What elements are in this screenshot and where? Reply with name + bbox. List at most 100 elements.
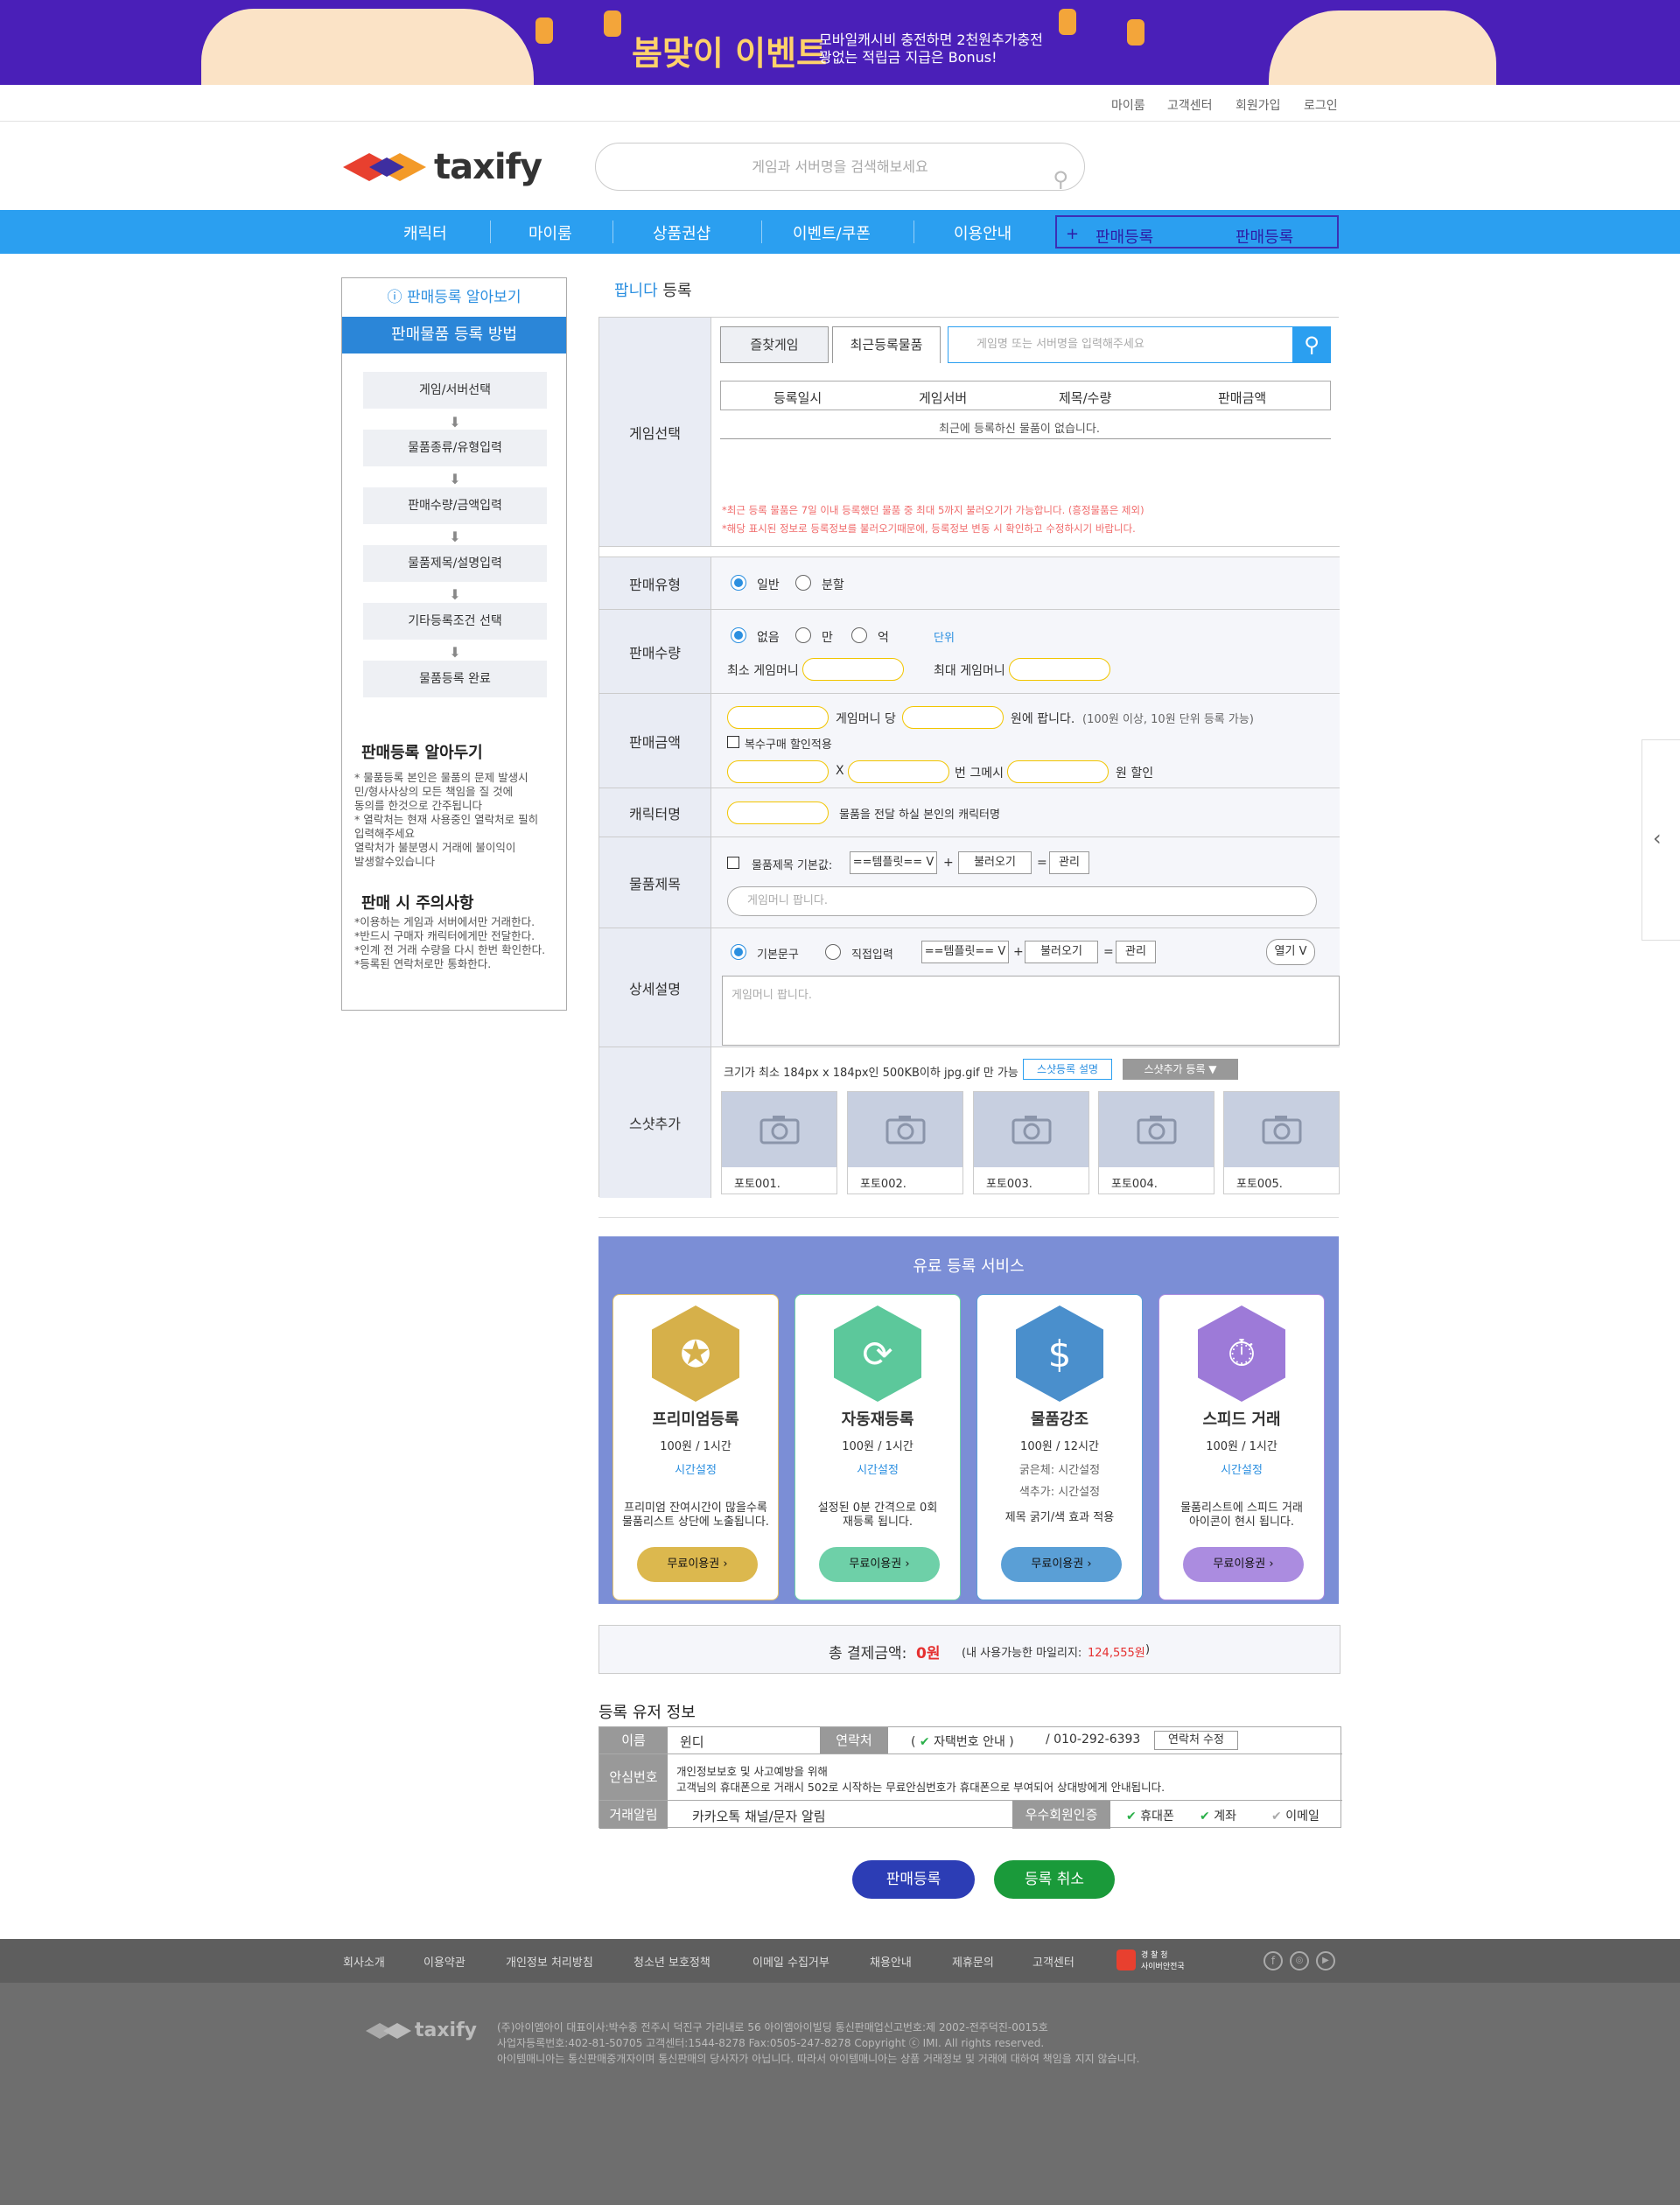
title-template-select[interactable]: ==템플릿== V <box>850 851 937 874</box>
photo-slot[interactable]: 포토002. <box>847 1091 963 1194</box>
facebook-icon[interactable]: f <box>1264 1951 1283 1970</box>
footer-link[interactable]: 채용안내 <box>870 1953 912 1970</box>
footer-link[interactable]: 청소년 보호정책 <box>634 1953 710 1970</box>
sidebar-guide: ⓘ 판매등록 알아보기 판매물품 등록 방법 게임/서버선택 ⬇ 물품종류/유형… <box>341 277 567 1011</box>
search-input[interactable]: 게임과 서버명을 검색해보세요 ⚲ <box>595 143 1085 192</box>
side-panel-toggle[interactable]: ‹ <box>1642 739 1680 941</box>
detail-template-select[interactable]: ==템플릿== V <box>921 941 1009 963</box>
nav-character[interactable]: 캐릭터 <box>403 221 447 244</box>
row-screenshot: 스샷추가 크기가 최소 184px x 184px인 500KB이하 jpg.g… <box>599 1047 1340 1198</box>
multi-qty-input[interactable] <box>727 760 829 783</box>
detail-textarea[interactable]: 게임머니 팝니다. <box>722 976 1340 1046</box>
screenshot-help-button[interactable]: 스샷등록 설명 <box>1023 1059 1112 1080</box>
stopwatch-icon: ⏱ <box>1198 1306 1285 1402</box>
radio-none[interactable] <box>731 627 746 643</box>
radio-split[interactable] <box>795 575 811 591</box>
site-logo[interactable]: taxify <box>343 147 542 187</box>
footer-link[interactable]: 고객센터 <box>1032 1953 1074 1970</box>
footer-link[interactable]: 제휴문의 <box>952 1953 994 1970</box>
nav-myroom[interactable]: 마이룸 <box>528 221 572 244</box>
time-setting-link[interactable]: 시간설정 <box>613 1460 778 1477</box>
title-manage-button[interactable]: 관리 <box>1049 851 1089 874</box>
tab-recent-items[interactable]: 최근등록물품 <box>832 326 941 363</box>
min-money-input[interactable] <box>802 658 904 681</box>
instagram-icon[interactable]: ◎ <box>1290 1951 1309 1970</box>
radio-direct-input[interactable] <box>825 944 841 960</box>
search-icon[interactable]: ⚲ <box>1292 326 1331 363</box>
screenshot-add-button[interactable]: 스샷추가 등록 ▼ <box>1123 1059 1238 1080</box>
search-icon[interactable]: ⚲ <box>1053 157 1068 203</box>
edit-contact-button[interactable]: 연락처 수정 <box>1154 1731 1238 1750</box>
free-ticket-button[interactable]: 무료이용권 › <box>1001 1547 1122 1582</box>
tab-favorite-games[interactable]: 즐찾게임 <box>720 326 829 363</box>
nav-divider <box>490 220 491 243</box>
time-setting-link[interactable]: 굵은체: 시간설정 <box>977 1460 1142 1477</box>
topnav-myroom[interactable]: 마이룸 <box>1111 96 1145 114</box>
topnav-login[interactable]: 로그인 <box>1304 96 1338 114</box>
detail-open-button[interactable]: 열기 V <box>1266 939 1315 965</box>
photo-slot[interactable]: 포토003. <box>973 1091 1089 1194</box>
character-name-input[interactable] <box>727 802 829 824</box>
youtube-icon[interactable]: ▶ <box>1316 1951 1335 1970</box>
lantern-icon <box>1059 9 1076 35</box>
row-quantity: 판매수량 없음 만 억 단위 최소 게임머니 최대 게임머니 <box>599 610 1340 694</box>
title-default-checkbox[interactable] <box>727 857 739 869</box>
nav-sell-register-box[interactable]: + 판매등록 판매등록 <box>1055 215 1339 248</box>
footer-links: 회사소개 이용약관 개인정보 처리방침 청소년 보호정책 이메일 수집거부 채용… <box>0 1939 1680 1983</box>
money-amount-input[interactable] <box>727 706 829 729</box>
multi-discount-checkbox[interactable] <box>727 736 739 748</box>
topnav-signup[interactable]: 회원가입 <box>1236 96 1281 114</box>
title-input[interactable]: 게임머니 팝니다. <box>727 886 1317 916</box>
step-item: 물품등록 완료 <box>363 661 547 697</box>
footer-link[interactable]: 이용약관 <box>424 1953 466 1970</box>
mileage-value: 124,555원 <box>1088 1647 1145 1660</box>
detail-manage-button[interactable]: 관리 <box>1116 941 1156 963</box>
footer-link[interactable]: 회사소개 <box>343 1953 385 1970</box>
check-icon: ✔ <box>1200 1810 1210 1824</box>
radio-normal[interactable] <box>731 575 746 591</box>
warn-text: *이용하는 게임과 서버에서만 거래한다. *반드시 구매자 캐릭터에게만 전달한… <box>354 915 546 970</box>
user-info-title: 등록 유저 정보 <box>598 1704 696 1722</box>
nav-sell-register-2[interactable]: 판매등록 <box>1236 225 1293 248</box>
cancel-button[interactable]: 등록 취소 <box>994 1860 1115 1899</box>
contact-info: ( ✔ 자택번호 안내 ) <box>911 1735 1014 1749</box>
footer-link[interactable]: 이메일 수집거부 <box>752 1953 830 1970</box>
radio-default-text[interactable] <box>731 944 746 960</box>
footer-link[interactable]: 개인정보 처리방침 <box>506 1953 593 1970</box>
max-money-input[interactable] <box>1009 658 1110 681</box>
free-ticket-button[interactable]: 무료이용권 › <box>1183 1547 1304 1582</box>
topnav-support[interactable]: 고객센터 <box>1167 96 1213 114</box>
radio-eok[interactable] <box>851 627 867 643</box>
time-setting-link[interactable]: 색추가: 시간설정 <box>977 1482 1142 1499</box>
event-banner[interactable]: 봄맞이 이벤트 모바일캐시비 충전하면 2천원추가충전 꽝없는 적립금 지급은 B… <box>0 0 1680 85</box>
check-icon: ✔ <box>919 1735 930 1749</box>
photo-slot[interactable]: 포토004. <box>1098 1091 1214 1194</box>
price-input[interactable] <box>902 706 1004 729</box>
sidebar-header[interactable]: ⓘ 판매등록 알아보기 <box>342 278 566 317</box>
time-setting-link[interactable]: 시간설정 <box>1159 1460 1324 1477</box>
cert-email: ✔ 이메일 <box>1271 1810 1320 1824</box>
detail-load-button[interactable]: 불러오기 <box>1025 941 1098 963</box>
discount-input[interactable] <box>1007 760 1109 783</box>
free-ticket-button[interactable]: 무료이용권 › <box>637 1547 758 1582</box>
nav-guide[interactable]: 이용안내 <box>954 221 1012 244</box>
time-setting-link[interactable]: 시간설정 <box>795 1460 960 1477</box>
check-icon: ✔ <box>1271 1810 1282 1824</box>
paid-services: 유료 등록 서비스 ✪ 프리미엄등록 100원 / 1시간 시간설정 프리미엄 … <box>598 1236 1339 1604</box>
title-load-button[interactable]: 불러오기 <box>958 851 1032 874</box>
page-title: 팝니다 등록 <box>614 282 692 300</box>
nav-event-coupon[interactable]: 이벤트/쿠폰 <box>793 221 871 244</box>
divider <box>599 1800 1342 1801</box>
submit-button[interactable]: 판매등록 <box>852 1860 975 1899</box>
game-search-input[interactable]: 게임명 또는 서버명을 입력해주세요 <box>948 326 1331 363</box>
photo-slot[interactable]: 포토005. <box>1223 1091 1340 1194</box>
photo-slot[interactable]: 포토001. <box>721 1091 837 1194</box>
nav-giftcard-shop[interactable]: 상품권샵 <box>653 221 710 244</box>
divider <box>598 1217 1339 1218</box>
refresh-icon: ⟳ <box>834 1306 921 1402</box>
banner-subtitle: 모바일캐시비 충전하면 2천원추가충전 꽝없는 적립금 지급은 Bonus! <box>819 32 1043 66</box>
free-ticket-button[interactable]: 무료이용권 › <box>819 1547 940 1582</box>
multi-count-input[interactable] <box>848 760 949 783</box>
radio-man[interactable] <box>795 627 811 643</box>
nav-sell-register[interactable]: 판매등록 <box>1096 225 1153 248</box>
